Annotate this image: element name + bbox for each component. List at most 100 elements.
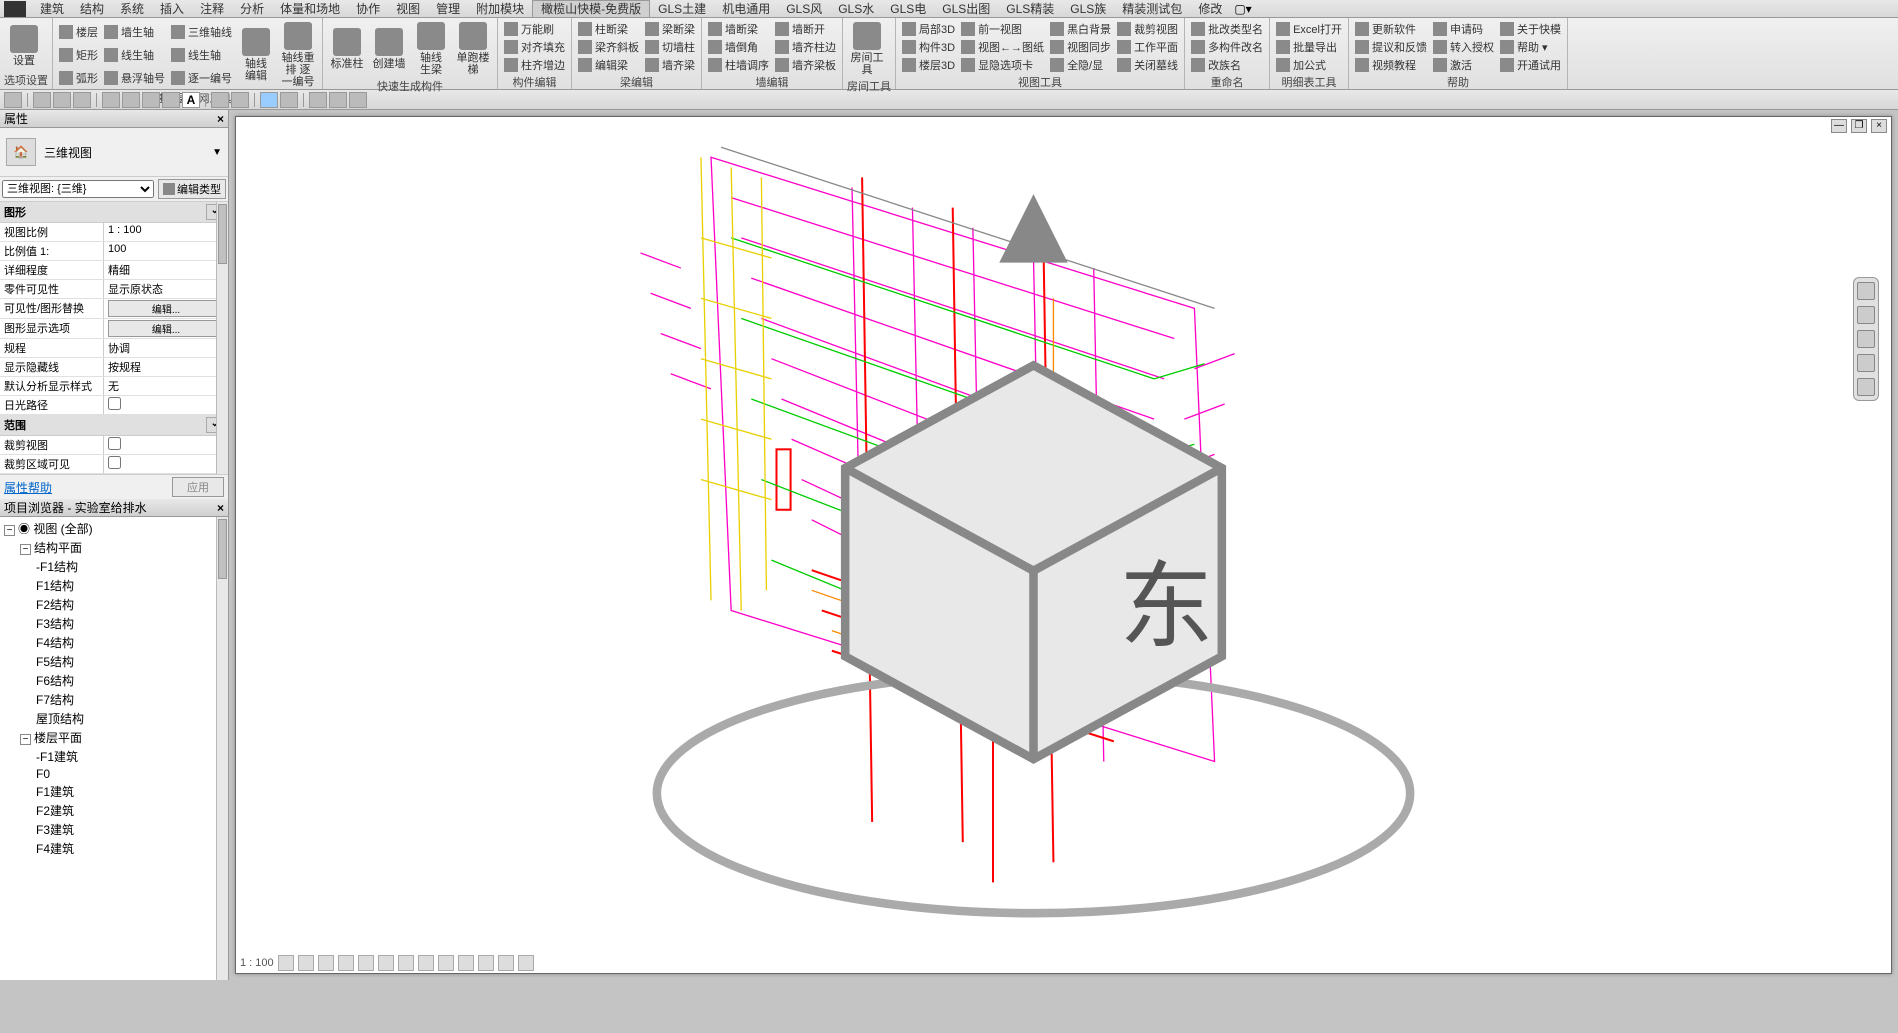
qat-more[interactable]: [349, 92, 367, 108]
rendering-button[interactable]: [358, 955, 374, 971]
property-value[interactable]: 100: [108, 243, 126, 255]
tree-node[interactable]: F1建筑: [2, 782, 226, 801]
tabs-overflow[interactable]: ▢▾: [1230, 2, 1255, 16]
tab-1[interactable]: 结构: [72, 1, 112, 17]
ribbon-button[interactable]: 柱断梁: [576, 20, 641, 38]
ribbon-button[interactable]: 墙断梁: [706, 20, 771, 38]
qat-measure[interactable]: [102, 92, 120, 108]
instance-select[interactable]: 三维视图: {三维}: [2, 180, 154, 198]
settings-button[interactable]: 设置: [4, 20, 44, 72]
tab-18[interactable]: GLS精装: [998, 1, 1062, 17]
property-category[interactable]: 范围⌄: [0, 415, 228, 436]
ribbon-button[interactable]: 楼层: [57, 23, 100, 41]
tree-toggle-icon[interactable]: −: [20, 544, 31, 555]
ribbon-button[interactable]: 墙生轴: [102, 23, 167, 41]
sun-path-button[interactable]: [318, 955, 334, 971]
lock-3d-button[interactable]: [418, 955, 434, 971]
ribbon-button[interactable]: 视图←→图纸: [959, 38, 1046, 56]
room-tools-button[interactable]: 房间工具: [847, 20, 887, 78]
detail-level-button[interactable]: [278, 955, 294, 971]
ribbon-button[interactable]: 转入授权: [1431, 38, 1496, 56]
shadows-button[interactable]: [338, 955, 354, 971]
qat-modify[interactable]: [4, 92, 22, 108]
visual-style-button[interactable]: [298, 955, 314, 971]
tree-node[interactable]: F6结构: [2, 671, 226, 690]
ribbon-button[interactable]: 激活: [1431, 56, 1496, 74]
constraints-button[interactable]: [518, 955, 534, 971]
ribbon-button[interactable]: 梁断梁: [643, 20, 697, 38]
tree-node[interactable]: F2建筑: [2, 801, 226, 820]
ribbon-button[interactable]: 显隐选项卡: [959, 56, 1046, 74]
property-checkbox[interactable]: [108, 437, 121, 450]
tab-4[interactable]: 注释: [192, 1, 232, 17]
ribbon-button[interactable]: 关闭墓线: [1115, 56, 1180, 74]
tree-node[interactable]: F2结构: [2, 595, 226, 614]
tree-toggle-icon[interactable]: −: [4, 525, 15, 536]
qat-section[interactable]: [231, 92, 249, 108]
ribbon-button[interactable]: 柱齐增边: [502, 56, 567, 74]
axis-edit-button[interactable]: 轴线 编辑: [236, 20, 276, 90]
tree-node[interactable]: 屋顶结构: [2, 709, 226, 728]
property-value[interactable]: 显示原状态: [108, 284, 163, 296]
property-value[interactable]: 1 : 100: [108, 224, 142, 236]
analytical-button[interactable]: [498, 955, 514, 971]
tree-node[interactable]: F3结构: [2, 614, 226, 633]
tab-11[interactable]: 橄榄山快模-免费版: [532, 0, 650, 17]
pan-button[interactable]: [1857, 306, 1875, 324]
property-value[interactable]: 协调: [108, 343, 130, 355]
std-column-button[interactable]: 标准柱: [327, 20, 367, 78]
ribbon-button[interactable]: 局部3D: [900, 20, 957, 38]
ribbon-button[interactable]: 墙断开: [773, 20, 838, 38]
ribbon-button[interactable]: 墙齐柱边: [773, 38, 838, 56]
ribbon-button[interactable]: 编辑梁: [576, 56, 641, 74]
qat-switch-window[interactable]: [309, 92, 327, 108]
tree-node[interactable]: -F1结构: [2, 557, 226, 576]
tab-2[interactable]: 系统: [112, 1, 152, 17]
qat-save[interactable]: [33, 92, 51, 108]
ribbon-button[interactable]: 线生轴: [102, 46, 167, 64]
stair-button[interactable]: 单跑楼梯: [453, 20, 493, 78]
tree-node[interactable]: F3建筑: [2, 820, 226, 839]
ribbon-button[interactable]: 工作平面: [1115, 38, 1180, 56]
qat-3d[interactable]: [211, 92, 229, 108]
ribbon-button[interactable]: 申请码: [1431, 20, 1496, 38]
tab-6[interactable]: 体量和场地: [272, 1, 348, 17]
tree-toggle-icon[interactable]: −: [20, 734, 31, 745]
ribbon-button[interactable]: 提议和反馈: [1353, 38, 1429, 56]
ribbon-button[interactable]: 多构件改名: [1189, 38, 1265, 56]
orbit-button[interactable]: [1857, 354, 1875, 372]
ribbon-button[interactable]: Excel打开: [1274, 20, 1344, 38]
property-value[interactable]: 精细: [108, 265, 130, 277]
type-selector[interactable]: 🏠 三维视图▼: [0, 128, 228, 177]
tab-9[interactable]: 管理: [428, 1, 468, 17]
tab-7[interactable]: 协作: [348, 1, 388, 17]
ribbon-button[interactable]: 柱墙调序: [706, 56, 771, 74]
ribbon-button[interactable]: 黑白背景: [1048, 20, 1113, 38]
tab-21[interactable]: 修改: [1190, 1, 1230, 17]
ribbon-button[interactable]: 逐一编号: [169, 69, 234, 87]
ribbon-button[interactable]: 墙齐梁: [643, 56, 697, 74]
create-wall-button[interactable]: 创建墙: [369, 20, 409, 78]
ribbon-button[interactable]: 更新软件: [1353, 20, 1429, 38]
property-checkbox[interactable]: [108, 456, 121, 469]
ribbon-button[interactable]: 线生轴: [169, 46, 234, 64]
qat-dimension[interactable]: [142, 92, 160, 108]
ribbon-button[interactable]: 对齐填充: [502, 38, 567, 56]
qat-view[interactable]: [329, 92, 347, 108]
tree-node[interactable]: F4结构: [2, 633, 226, 652]
ribbon-button[interactable]: 视频教程: [1353, 56, 1429, 74]
restore-view-button[interactable]: ❐: [1851, 119, 1867, 133]
reveal-hidden-button[interactable]: [458, 955, 474, 971]
tab-16[interactable]: GLS电: [882, 1, 934, 17]
ribbon-button[interactable]: 万能刷: [502, 20, 567, 38]
property-value[interactable]: 按规程: [108, 362, 141, 374]
close-icon[interactable]: ×: [217, 112, 224, 126]
qat-align[interactable]: [122, 92, 140, 108]
crop-region-button[interactable]: [398, 955, 414, 971]
tab-15[interactable]: GLS水: [830, 1, 882, 17]
tab-13[interactable]: 机电通用: [714, 1, 778, 17]
tab-3[interactable]: 插入: [152, 1, 192, 17]
crop-view-button[interactable]: [378, 955, 394, 971]
ribbon-button[interactable]: 开通试用: [1498, 56, 1563, 74]
axis-renumber-button[interactable]: 轴线重排 逐一编号: [278, 20, 318, 90]
